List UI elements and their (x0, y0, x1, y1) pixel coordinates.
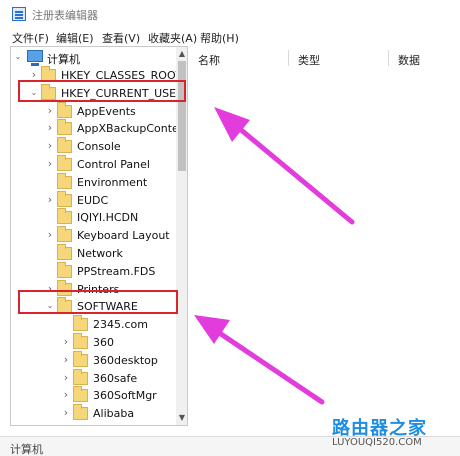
folder-icon (73, 333, 88, 349)
chevron-right-icon[interactable]: › (45, 121, 55, 134)
menu-favorites[interactable]: 收藏夹(A) (148, 30, 197, 46)
folder-icon (57, 244, 72, 260)
chevron-right-icon[interactable]: › (61, 371, 71, 384)
chevron-right-icon[interactable]: › (61, 353, 71, 366)
tree-item[interactable]: › 360 (11, 333, 171, 352)
tree-item-label: 2345.com (93, 318, 148, 332)
registry-tree[interactable]: ⌄ 计算机 › HKEY_CLASSES_ROOT ⌄ HKEY_CURRENT_US… (10, 46, 188, 426)
tree-item-label: EUDC (77, 193, 109, 207)
tree-item[interactable]: Network (11, 244, 171, 263)
registry-editor-icon (12, 7, 26, 21)
tree-item-label: 360safe (93, 371, 138, 385)
folder-icon (73, 315, 88, 332)
menu-help[interactable]: 帮助(H) (200, 30, 239, 46)
column-header-name[interactable]: 名称 (198, 52, 220, 68)
tree-item-label: IQIYI.HCDN (77, 211, 139, 225)
folder-icon (57, 155, 72, 171)
values-list[interactable]: 名称 类型 数据 (190, 46, 460, 426)
status-path: 计算机 (10, 443, 43, 456)
scroll-down-arrow-icon[interactable]: ▼ (176, 411, 187, 425)
column-divider[interactable] (388, 50, 389, 66)
folder-icon (57, 190, 72, 207)
chevron-right-icon[interactable]: › (45, 228, 55, 241)
folder-icon (57, 226, 72, 243)
tree-item[interactable]: › Alibaba (11, 404, 171, 423)
folder-icon (57, 172, 72, 189)
tree-item-label: 360SoftMgr (93, 389, 157, 403)
menu-edit[interactable]: 编辑(E) (56, 30, 94, 46)
folder-icon (73, 404, 88, 421)
tree-item-label: 360 (93, 336, 114, 349)
scroll-up-arrow-icon[interactable]: ▲ (176, 47, 187, 61)
menu-view[interactable]: 查看(V) (102, 30, 140, 46)
chevron-right-icon[interactable]: › (45, 193, 55, 206)
chevron-right-icon[interactable]: › (61, 388, 71, 401)
tree-item[interactable]: › 360SoftMgr (11, 386, 171, 405)
tree-item-label: Control Panel (77, 158, 150, 171)
chevron-right-icon[interactable]: › (61, 406, 71, 419)
folder-icon (57, 208, 72, 225)
tree-item[interactable]: › 360desktop (11, 350, 171, 370)
tree-root-label: 计算机 (47, 53, 80, 66)
tree-item[interactable]: PPStream.FDS (11, 261, 171, 281)
tree-item[interactable]: › EUDC (11, 190, 171, 210)
tree-item-label: Console (77, 140, 121, 154)
folder-icon (57, 119, 72, 136)
tree-item[interactable]: Environment (11, 172, 171, 192)
menu-file[interactable]: 文件(F) (12, 30, 49, 46)
tree-item-label: PPStream.FDS (77, 264, 156, 278)
folder-icon (57, 101, 72, 118)
column-divider[interactable] (288, 50, 289, 66)
chevron-right-icon[interactable]: › (45, 157, 55, 170)
chevron-right-icon[interactable]: › (45, 139, 55, 152)
tree-item-label: Keyboard Layout (77, 229, 170, 243)
watermark-url: LUYOUQI520.COM (332, 437, 422, 448)
tree-item[interactable]: › Control Panel (11, 155, 171, 174)
chevron-down-icon[interactable]: ⌄ (13, 52, 23, 61)
tree-item-label: AppXBackupConter (77, 122, 184, 136)
folder-icon (57, 137, 72, 154)
tree-item[interactable]: › Keyboard Layout (11, 226, 171, 245)
column-header-type[interactable]: 类型 (298, 52, 320, 68)
highlight-box-current-user (18, 80, 186, 102)
folder-icon (73, 386, 88, 403)
computer-icon (27, 50, 43, 66)
window-title: 注册表编辑器 (32, 9, 98, 22)
tree-item[interactable]: › Console (11, 137, 171, 156)
tree-item[interactable]: › AppEvents (11, 101, 171, 121)
tree-item-label: Alibaba (93, 407, 135, 421)
tree-scrollbar[interactable]: ▲ ▼ (176, 47, 187, 425)
tree-item-label: AppEvents (77, 104, 136, 118)
chevron-right-icon[interactable]: › (61, 335, 71, 348)
title-bar: 注册表编辑器 (0, 0, 460, 28)
tree-item[interactable]: IQIYI.HCDN (11, 208, 171, 227)
chevron-right-icon[interactable]: › (45, 104, 55, 117)
tree-root-computer[interactable]: ⌄ 计算机 (11, 49, 171, 67)
folder-icon (73, 368, 88, 385)
menu-bar: 文件(F) 编辑(E) 查看(V) 收藏夹(A) 帮助(H) (0, 28, 460, 46)
scroll-thumb[interactable] (178, 61, 186, 171)
tree-item[interactable]: › AppXBackupConter (11, 119, 183, 138)
tree-item-label: 360desktop (93, 353, 158, 367)
column-header-data[interactable]: 数据 (398, 52, 420, 68)
highlight-box-software (18, 290, 178, 314)
tree-item[interactable]: 2345.com (11, 315, 171, 334)
folder-icon (57, 261, 72, 278)
tree-item[interactable]: › 360safe (11, 368, 171, 388)
folder-icon (73, 350, 88, 367)
tree-item-label: Environment (77, 175, 148, 189)
tree-item-label: Network (77, 247, 123, 260)
